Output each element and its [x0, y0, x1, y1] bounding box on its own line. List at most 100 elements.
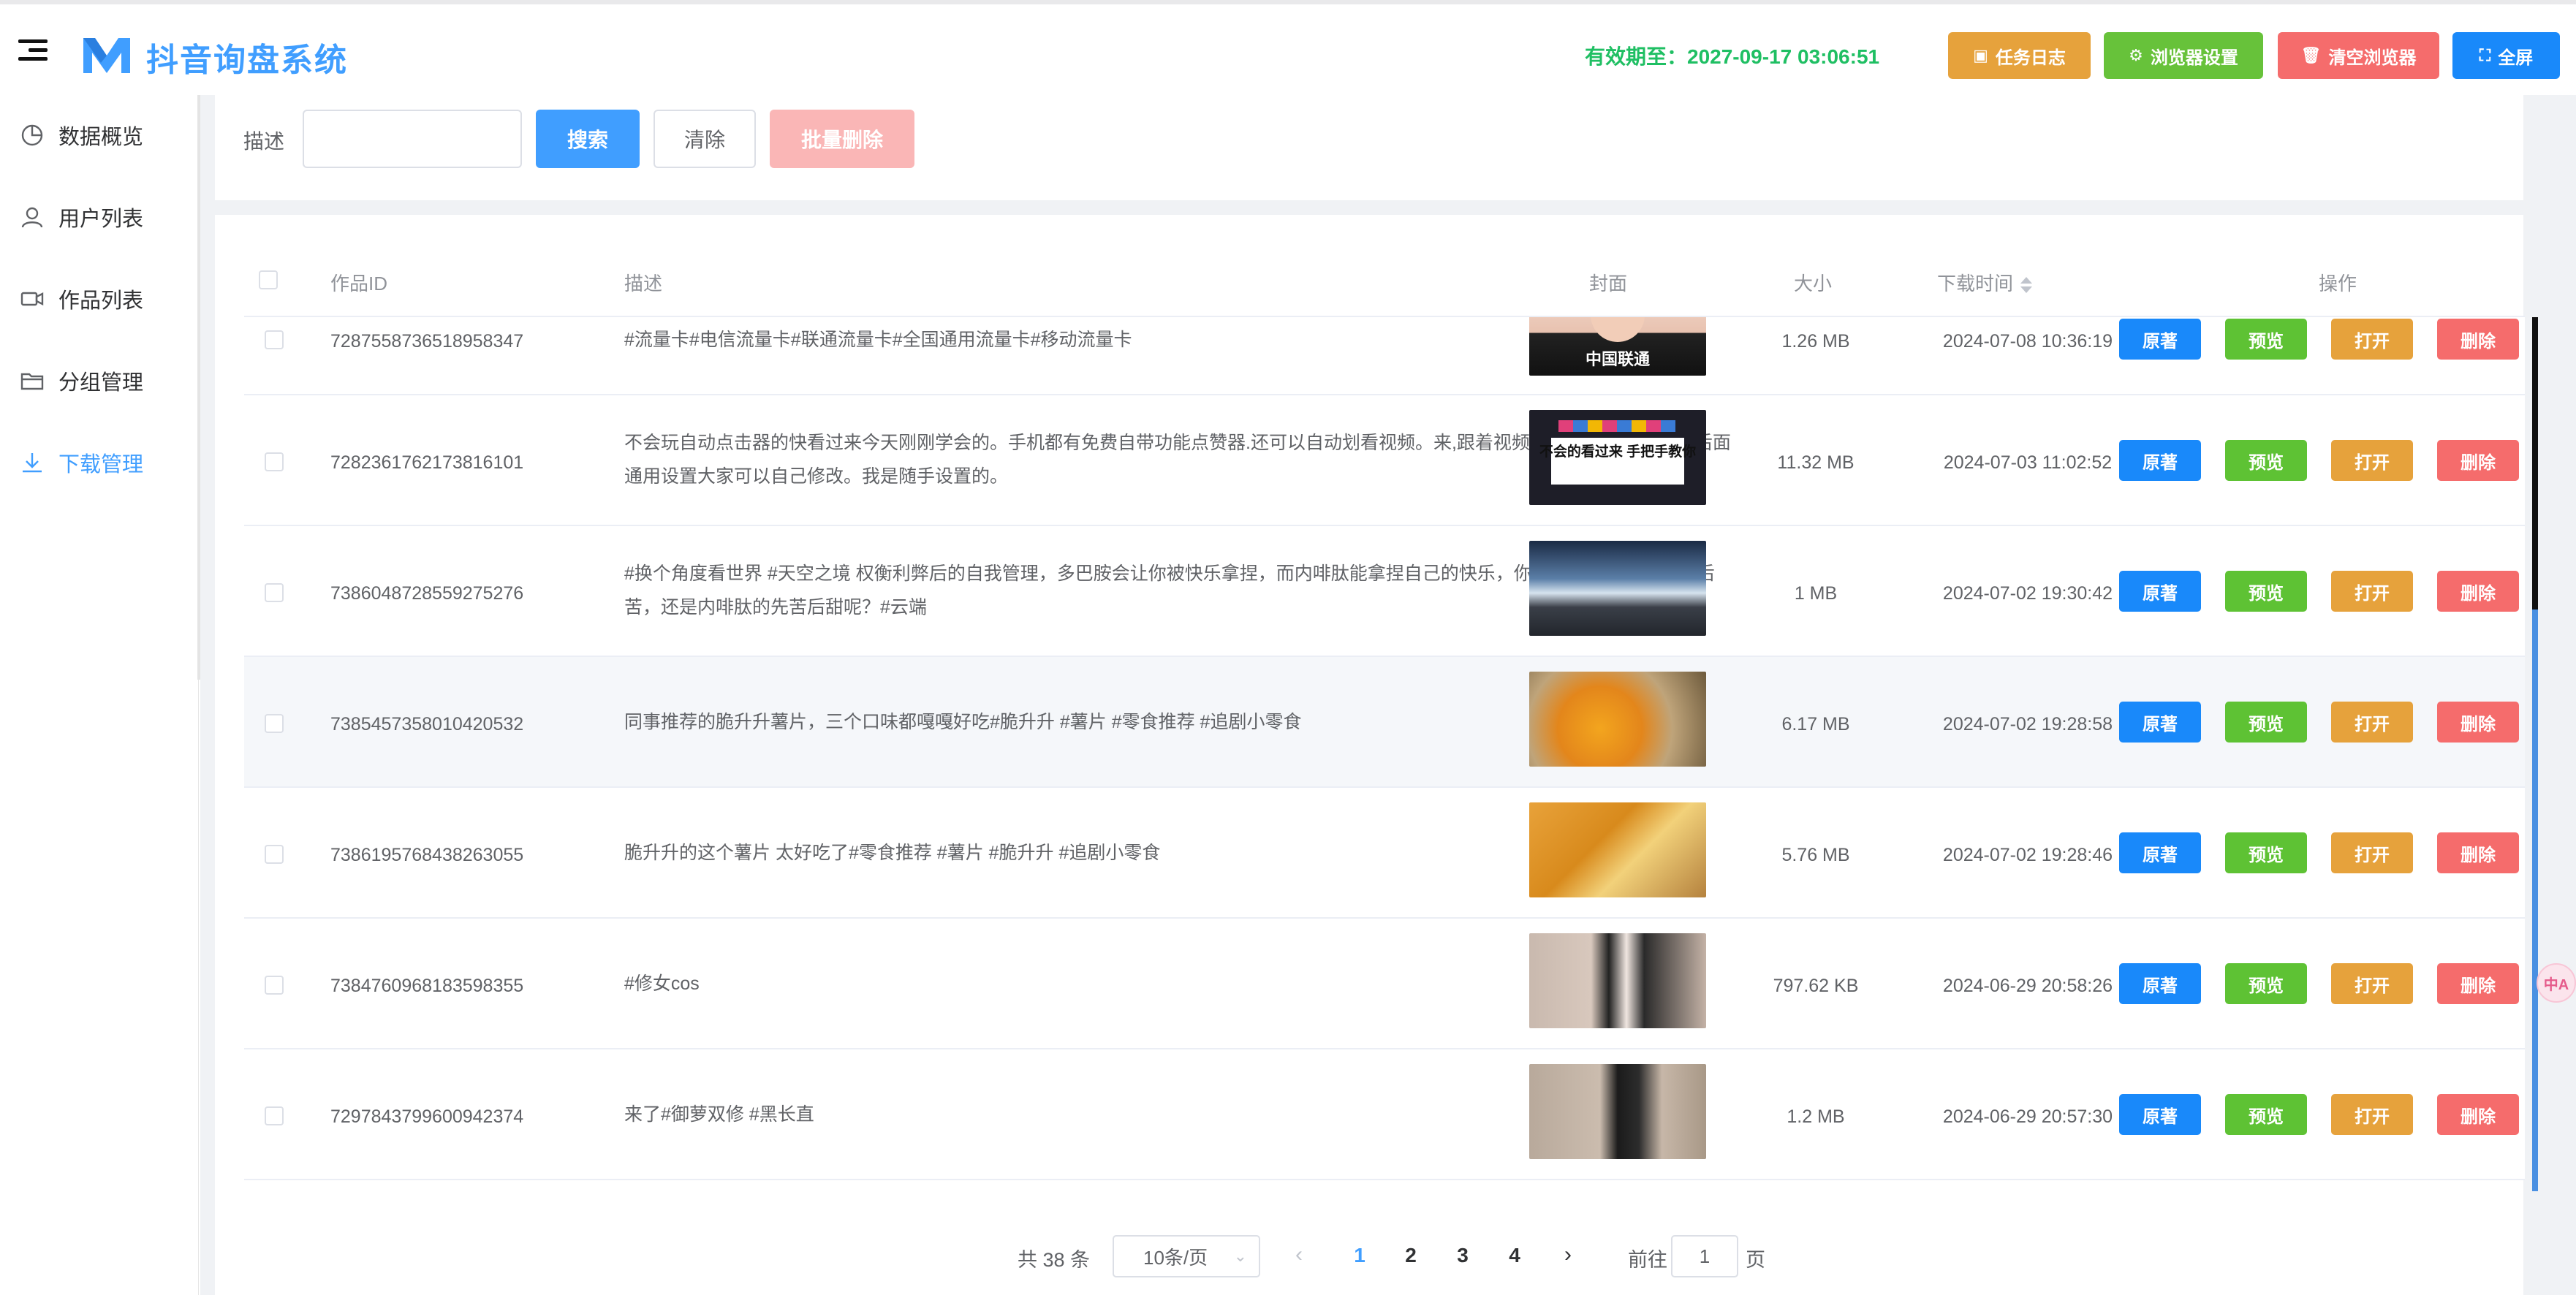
preview-button[interactable]: 预览: [2225, 1094, 2307, 1135]
sort-caret-icon[interactable]: [2020, 277, 2033, 294]
table-row: 7287558736518958347 #流量卡#电信流量卡#联通流量卡#全国通…: [244, 317, 2525, 395]
cover-caption: 中国联通: [1585, 350, 1650, 368]
preview-button[interactable]: 预览: [2225, 832, 2307, 873]
table-row: 7385457358010420532 同事推荐的脆升升薯片，三个口味都嘎嘎好吃…: [244, 657, 2525, 788]
logo-icon: [83, 38, 130, 73]
browser-settings-button[interactable]: ⚙ 浏览器设置: [2104, 32, 2263, 79]
translate-icon[interactable]: 中A: [2537, 963, 2576, 1003]
expiry-text: 有效期至：2027-09-17 03:06:51: [1585, 45, 1880, 68]
page-size-select[interactable]: 10条/页 ⌄: [1113, 1235, 1260, 1277]
original-button[interactable]: 原著: [2119, 319, 2201, 360]
preview-button[interactable]: 预览: [2225, 440, 2307, 481]
delete-button[interactable]: 删除: [2437, 1094, 2519, 1135]
table-scrollbar-thumb[interactable]: [2532, 609, 2538, 1191]
table-body: 7287558736518958347 #流量卡#电信流量卡#联通流量卡#全国通…: [244, 317, 2525, 1191]
open-button[interactable]: 打开: [2331, 702, 2413, 743]
work-id: 7386048728559275276: [330, 583, 524, 604]
cover-image[interactable]: [1529, 1064, 1706, 1159]
open-button[interactable]: 打开: [2331, 1094, 2413, 1135]
delete-button[interactable]: 删除: [2437, 571, 2519, 612]
folder-icon: [20, 373, 44, 390]
search-button[interactable]: 搜索: [536, 110, 640, 168]
page-number[interactable]: 4: [1500, 1244, 1529, 1267]
fullscreen-button[interactable]: ⛶ 全屏: [2452, 32, 2560, 79]
face-shape: [1591, 317, 1645, 342]
preview-button[interactable]: 预览: [2225, 702, 2307, 743]
cover-image[interactable]: 中国联通: [1529, 317, 1706, 376]
sidebar-item-downloads[interactable]: 下载管理: [0, 430, 197, 495]
preview-button[interactable]: 预览: [2225, 571, 2307, 612]
app-icons-strip: [1558, 420, 1675, 432]
select-all-checkbox[interactable]: [259, 270, 278, 289]
original-button[interactable]: 原著: [2119, 571, 2201, 612]
desc-search-input[interactable]: [303, 110, 522, 168]
cover-caption: 不会的看过来 手把手教你: [1539, 444, 1697, 460]
original-button[interactable]: 原著: [2119, 832, 2201, 873]
task-log-button[interactable]: ▣ 任务日志: [1948, 32, 2091, 79]
sidebar-item-overview[interactable]: 数据概览: [0, 102, 197, 168]
row-checkbox[interactable]: [265, 845, 284, 864]
table-scrollbar-upper[interactable]: [2532, 317, 2538, 609]
preview-button[interactable]: 预览: [2225, 963, 2307, 1004]
delete-button[interactable]: 删除: [2437, 319, 2519, 360]
work-id: 7385457358010420532: [330, 714, 524, 734]
sidebar-item-works[interactable]: 作品列表: [0, 266, 197, 332]
sidebar-item-users[interactable]: 用户列表: [0, 184, 197, 250]
delete-button[interactable]: 删除: [2437, 440, 2519, 481]
clear-button[interactable]: 清除: [654, 110, 756, 168]
cover-image[interactable]: [1529, 672, 1706, 767]
goto-label: 前往: [1628, 1249, 1667, 1271]
preview-button[interactable]: 预览: [2225, 319, 2307, 360]
table-row: 7386195768438263055 脆升升的这个薯片 太好吃了#零食推荐 #…: [244, 788, 2525, 919]
original-button[interactable]: 原著: [2119, 1094, 2201, 1135]
work-id: 7282361762173816101: [330, 452, 524, 473]
row-checkbox[interactable]: [265, 976, 284, 995]
row-checkbox[interactable]: [265, 330, 284, 349]
open-button[interactable]: 打开: [2331, 963, 2413, 1004]
menu-toggle-icon[interactable]: [18, 39, 48, 63]
original-button[interactable]: 原著: [2119, 440, 2201, 481]
open-button[interactable]: 打开: [2331, 440, 2413, 481]
col-header-time[interactable]: 下载时间: [1937, 269, 2033, 296]
sidebar-item-groups[interactable]: 分组管理: [0, 348, 197, 414]
file-size: 11.32 MB: [1777, 452, 1855, 473]
cover-image[interactable]: 不会的看过来 手把手教你: [1529, 410, 1706, 505]
fullscreen-icon: ⛶: [2479, 46, 2491, 64]
col-header-id: 作品ID: [330, 273, 388, 295]
table-row: 7297843799600942374 来了#御萝双修 #黑长直 1.2 MB …: [244, 1049, 2525, 1180]
gear-icon: ⚙: [2129, 46, 2143, 64]
page-number[interactable]: 3: [1448, 1244, 1477, 1267]
cover-image[interactable]: [1529, 541, 1706, 636]
original-button[interactable]: 原著: [2119, 963, 2201, 1004]
table-row: 7282361762173816101 不会玩自动点击器的快看过来今天刚刚学会的…: [244, 395, 2525, 526]
row-checkbox[interactable]: [265, 583, 284, 602]
cover-image[interactable]: [1529, 802, 1706, 897]
top-header: 抖音询盘系统 有效期至：2027-09-17 03:06:51 ▣ 任务日志 ⚙ 浏…: [0, 0, 2576, 95]
batch-delete-button[interactable]: 批量删除: [770, 110, 914, 168]
delete-button[interactable]: 删除: [2437, 702, 2519, 743]
file-size: 5.76 MB: [1781, 845, 1850, 865]
prev-page-icon[interactable]: ‹: [1295, 1242, 1303, 1267]
open-button[interactable]: 打开: [2331, 832, 2413, 873]
work-id: 7297843799600942374: [330, 1106, 524, 1127]
col-header-actions: 操作: [2319, 273, 2357, 295]
page-number[interactable]: 2: [1396, 1244, 1425, 1267]
row-checkbox[interactable]: [265, 1106, 284, 1125]
table-row: 7384760968183598355 #修女cos 797.62 KB 202…: [244, 919, 2525, 1049]
cover-image[interactable]: [1529, 933, 1706, 1028]
desc-label: 描述: [243, 130, 285, 153]
row-checkbox[interactable]: [265, 714, 284, 733]
next-page-icon[interactable]: ›: [1564, 1242, 1572, 1267]
delete-button[interactable]: 删除: [2437, 832, 2519, 873]
page-number[interactable]: 1: [1345, 1244, 1374, 1267]
pagination-total: 共 38 条: [1018, 1249, 1091, 1271]
goto-page-input[interactable]: [1671, 1235, 1738, 1277]
open-button[interactable]: 打开: [2331, 319, 2413, 360]
open-button[interactable]: 打开: [2331, 571, 2413, 612]
original-button[interactable]: 原著: [2119, 702, 2201, 743]
clear-browser-button[interactable]: 🗑 清空浏览器: [2278, 32, 2439, 79]
trash-icon: 🗑: [2300, 46, 2322, 64]
row-checkbox[interactable]: [265, 452, 284, 471]
delete-button[interactable]: 删除: [2437, 963, 2519, 1004]
file-size: 1.2 MB: [1787, 1106, 1845, 1127]
